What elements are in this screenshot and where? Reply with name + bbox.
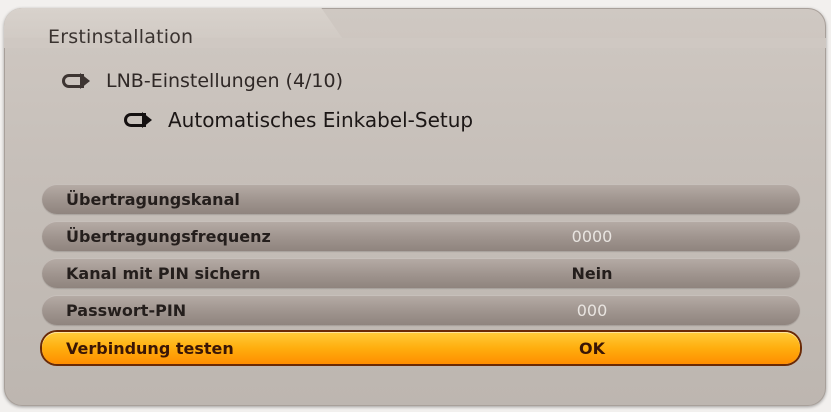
row-value: 000 <box>576 300 608 320</box>
row-uebertragungsfrequenz[interactable]: Übertragungsfrequenz 0000 <box>42 221 800 251</box>
row-verbindung-testen[interactable]: Verbindung testen OK <box>42 332 800 364</box>
breadcrumb-label-1: LNB-Einstellungen (4/10) <box>106 70 344 92</box>
settings-list: Übertragungskanal Übertragungsfrequenz 0… <box>42 184 800 371</box>
arrow-return-icon <box>124 111 152 129</box>
row-value: 0000 <box>571 226 613 246</box>
breadcrumb-level-2: Automatisches Einkabel-Setup <box>124 108 473 132</box>
row-label: Übertragungskanal <box>66 189 240 209</box>
row-label: Kanal mit PIN sichern <box>66 263 261 283</box>
arrow-return-icon <box>62 72 90 90</box>
breadcrumb-level-1: LNB-Einstellungen (4/10) <box>62 70 343 92</box>
breadcrumb-label-2: Automatisches Einkabel-Setup <box>168 108 474 132</box>
row-label: Passwort-PIN <box>66 300 187 320</box>
row-passwort-pin[interactable]: Passwort-PIN 000 <box>42 295 800 325</box>
row-value: OK <box>579 338 605 358</box>
row-value: Nein <box>571 263 613 283</box>
page-title: Erstinstallation <box>48 26 194 48</box>
row-uebertragungskanal[interactable]: Übertragungskanal <box>42 184 800 214</box>
row-label: Verbindung testen <box>66 338 234 358</box>
row-label: Übertragungsfrequenz <box>66 226 271 246</box>
row-kanal-pin[interactable]: Kanal mit PIN sichern Nein <box>42 258 800 288</box>
